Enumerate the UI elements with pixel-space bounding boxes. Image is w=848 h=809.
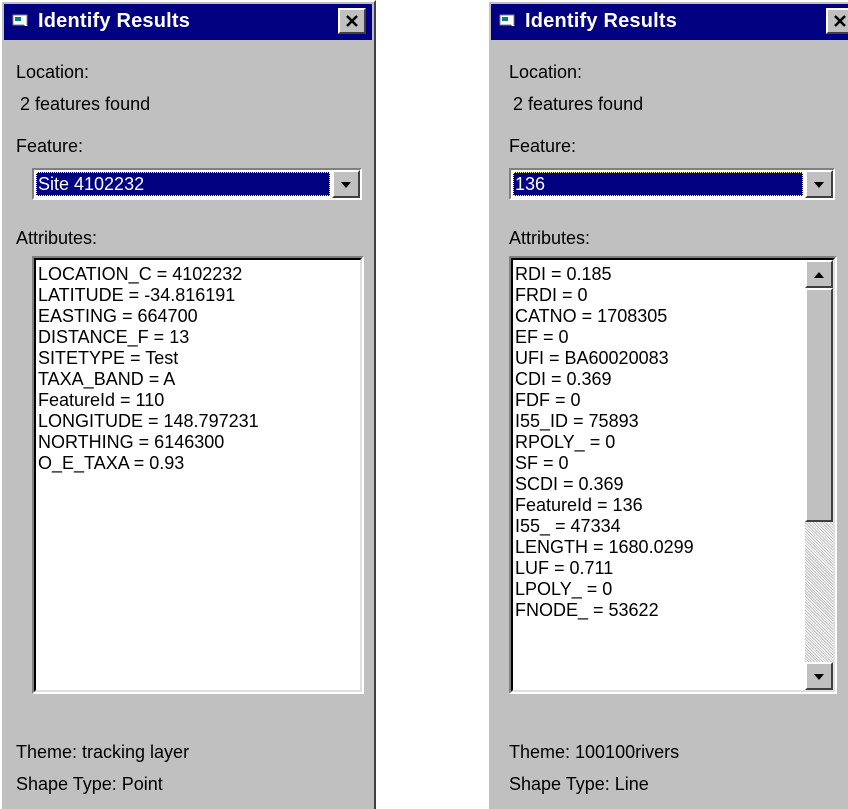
list-item[interactable]: NORTHING = 6146300 xyxy=(38,432,360,453)
attributes-list[interactable]: RDI = 0.185 FRDI = 0 CATNO = 1708305 EF … xyxy=(509,256,837,694)
dropdown-button[interactable] xyxy=(805,170,833,198)
list-item[interactable]: LOCATION_C = 4102232 xyxy=(38,264,360,285)
list-item[interactable]: LATITUDE = -34.816191 xyxy=(38,285,360,306)
list-item[interactable]: FeatureId = 136 xyxy=(515,495,803,516)
feature-dropdown[interactable]: Site 4102232 xyxy=(32,168,362,200)
list-item[interactable]: FRDI = 0 xyxy=(515,285,803,306)
list-item[interactable]: LENGTH = 1680.0299 xyxy=(515,537,803,558)
list-item[interactable]: I55_ = 47334 xyxy=(515,516,803,537)
list-item[interactable]: CDI = 0.369 xyxy=(515,369,803,390)
list-item[interactable]: FNODE_ = 53622 xyxy=(515,600,803,621)
list-item[interactable]: UFI = BA60020083 xyxy=(515,348,803,369)
window-icon xyxy=(12,14,30,28)
feature-dropdown[interactable]: 136 xyxy=(509,168,835,200)
list-item[interactable]: LUF = 0.711 xyxy=(515,558,803,579)
identify-results-window-1: Identify Results Location: 2 features fo… xyxy=(0,0,376,809)
list-item[interactable]: RPOLY_ = 0 xyxy=(515,432,803,453)
list-item[interactable]: CATNO = 1708305 xyxy=(515,306,803,327)
dropdown-button[interactable] xyxy=(332,170,360,198)
window-title: Identify Results xyxy=(38,10,191,32)
scroll-thumb[interactable] xyxy=(805,288,833,522)
vertical-scrollbar[interactable] xyxy=(805,260,833,690)
list-item[interactable]: I55_ID = 75893 xyxy=(515,411,803,432)
title-bar[interactable]: Identify Results xyxy=(491,4,848,40)
location-label: Location: xyxy=(16,62,90,82)
list-item[interactable]: EF = 0 xyxy=(515,327,803,348)
features-found-text: 2 features found xyxy=(20,94,151,114)
scroll-up-button[interactable] xyxy=(805,260,833,288)
attributes-label: Attributes: xyxy=(16,228,98,248)
location-label: Location: xyxy=(509,62,583,82)
shape-type-text: Shape Type: Line xyxy=(509,774,649,794)
list-item[interactable]: SF = 0 xyxy=(515,453,803,474)
attributes-list[interactable]: LOCATION_C = 4102232 LATITUDE = -34.8161… xyxy=(32,256,364,694)
title-bar[interactable]: Identify Results xyxy=(4,4,372,40)
list-item[interactable]: EASTING = 664700 xyxy=(38,306,360,327)
identify-results-window-2: Identify Results Location: 2 features fo… xyxy=(487,0,848,809)
list-item[interactable]: SITETYPE = Test xyxy=(38,348,360,369)
list-item[interactable]: DISTANCE_F = 13 xyxy=(38,327,360,348)
list-item[interactable]: FDF = 0 xyxy=(515,390,803,411)
feature-label: Feature: xyxy=(16,136,84,156)
scroll-down-button[interactable] xyxy=(805,662,833,690)
close-button[interactable] xyxy=(338,8,366,34)
list-item[interactable]: O_E_TAXA = 0.93 xyxy=(38,453,360,474)
attributes-label: Attributes: xyxy=(509,228,591,248)
close-button[interactable] xyxy=(826,8,848,34)
list-item[interactable]: LONGITUDE = 148.797231 xyxy=(38,411,360,432)
list-item[interactable]: FeatureId = 110 xyxy=(38,390,360,411)
window-icon xyxy=(499,14,517,28)
attributes-list-items: RDI = 0.185 FRDI = 0 CATNO = 1708305 EF … xyxy=(513,260,833,621)
list-item[interactable]: SCDI = 0.369 xyxy=(515,474,803,495)
theme-text: Theme: 100100rivers xyxy=(509,742,680,762)
theme-text: Theme: tracking layer xyxy=(16,742,190,762)
feature-dropdown-value: 136 xyxy=(513,172,803,196)
window-title: Identify Results xyxy=(525,10,678,32)
attributes-list-items: LOCATION_C = 4102232 LATITUDE = -34.8161… xyxy=(36,260,360,474)
list-item[interactable]: LPOLY_ = 0 xyxy=(515,579,803,600)
shape-type-text: Shape Type: Point xyxy=(16,774,163,794)
features-found-text: 2 features found xyxy=(513,94,644,114)
feature-dropdown-value: Site 4102232 xyxy=(36,172,330,196)
list-item[interactable]: RDI = 0.185 xyxy=(515,264,803,285)
feature-label: Feature: xyxy=(509,136,577,156)
list-item[interactable]: TAXA_BAND = A xyxy=(38,369,360,390)
